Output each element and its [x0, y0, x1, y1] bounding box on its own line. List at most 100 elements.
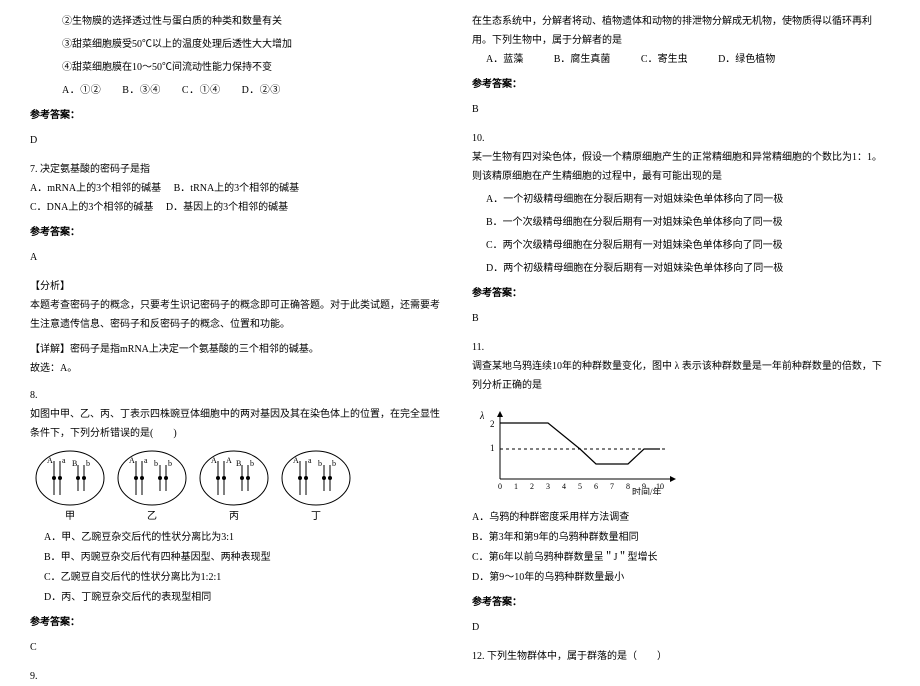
q9-opt-d: D．绿色植物: [718, 54, 775, 65]
svg-text:0: 0: [498, 482, 502, 491]
y-label: λ: [479, 411, 485, 422]
q10-ans-label: 参考答案：: [472, 284, 890, 303]
cell-label-ding: 丁: [280, 507, 352, 526]
q10: 10. 某一生物有四对染色体，假设一个精原细胞产生的正常精细胞和异常精细胞的个数…: [472, 129, 890, 328]
svg-text:b: b: [318, 459, 322, 468]
q8-options: A．甲、乙豌豆杂交后代的性状分离比为3:1 B．甲、丙豌豆杂交后代有四种基因型、…: [30, 528, 448, 607]
q10-ans: B: [472, 309, 890, 328]
q6-ans: D: [30, 131, 448, 150]
q7: 7. 决定氨基酸的密码子是指 A．mRNA上的3个相邻的碱基 B．tRNA上的3…: [30, 160, 448, 378]
cell-icon: Aa bb: [116, 449, 188, 507]
svg-text:4: 4: [562, 482, 566, 491]
svg-text:A: A: [129, 456, 135, 465]
left-column: ②生物膜的选择透过性与蛋白质的种类和数量有关 ③甜菜细胞膜受50℃以上的温度处理…: [18, 12, 460, 639]
cell-icon: AA Bb: [198, 449, 270, 507]
svg-text:b: b: [250, 459, 254, 468]
q11-chart: 1 2 λ 012 345 678 910 时间/年: [472, 405, 890, 502]
q8-opt-c: C．乙豌豆自交后代的性状分离比为1:2:1: [44, 568, 448, 587]
svg-text:A: A: [293, 456, 299, 465]
q9-stem: 在生态系统中，分解者将动、植物遗体和动物的排泄物分解成无机物，使物质得以循环再利…: [472, 12, 890, 50]
q6-ans-label: 参考答案：: [30, 106, 448, 125]
q6-s3: ③甜菜细胞膜受50℃以上的温度处理后透性大大增加: [30, 35, 448, 54]
q9-options: A．蓝藻 B．腐生真菌 C．寄生虫 D．绿色植物: [472, 50, 890, 69]
ytick-2: 2: [490, 419, 495, 429]
cell-icon: Aa b b: [280, 449, 352, 507]
q8-diagram: Aa Bb 甲 Aa bb 乙: [30, 449, 448, 526]
svg-text:2: 2: [530, 482, 534, 491]
x-label: 时间/年: [632, 486, 662, 495]
cell-label-bing: 丙: [198, 507, 270, 526]
q8-opt-a: A．甲、乙豌豆杂交后代的性状分离比为3:1: [44, 528, 448, 547]
svg-text:A: A: [47, 456, 53, 465]
q7-fx-text: 本题考查密码子的概念，只要考生识记密码子的概念即可正确答题。对于此类试题，还需要…: [30, 296, 448, 334]
q8: 8. 如图中甲、乙、丙、丁表示四株豌豆体细胞中的两对基因及其在染色体上的位置，在…: [30, 386, 448, 686]
line-chart-icon: 1 2 λ 012 345 678 910 时间/年: [472, 405, 692, 495]
q11: 11. 调查某地乌鸦连续10年的种群数量变化，图中 λ 表示该种群数量是一年前种…: [472, 338, 890, 637]
q8-opt-b: B．甲、丙豌豆杂交后代有四种基因型、两种表现型: [44, 548, 448, 567]
q7-fx-label: 【分析】: [30, 277, 448, 296]
q11-stem: 调查某地乌鸦连续10年的种群数量变化，图中 λ 表示该种群数量是一年前种群数量的…: [472, 357, 890, 395]
cell-ding: Aa b b 丁: [280, 449, 352, 526]
q11-num: 11.: [472, 338, 890, 357]
cell-bing: AA Bb 丙: [198, 449, 270, 526]
svg-text:a: a: [144, 456, 148, 465]
q12: 12. 下列生物群体中，属于群落的是（ ）: [472, 647, 890, 666]
q11-opt-b: B．第3年和第9年的乌鸦种群数量相同: [472, 528, 890, 547]
svg-text:b: b: [154, 459, 158, 468]
svg-text:5: 5: [578, 482, 582, 491]
q11-ans: D: [472, 618, 890, 637]
q6-partial: ②生物膜的选择透过性与蛋白质的种类和数量有关 ③甜菜细胞膜受50℃以上的温度处理…: [30, 12, 448, 150]
q9-opt-a: A．蓝藻: [486, 54, 523, 65]
q10-opt-a: A．一个初级精母细胞在分裂后期有一对姐妹染色单体移向了同一极: [472, 190, 890, 209]
q11-opt-c: C．第6年以前乌鸦种群数量呈＂J＂型增长: [472, 548, 890, 567]
q7-ans: A: [30, 248, 448, 267]
q11-ans-label: 参考答案：: [472, 593, 890, 612]
q10-opt-c: C．两个次级精母细胞在分裂后期有一对姐妹染色单体移向了同一极: [472, 236, 890, 255]
q7-opt-a: A．mRNA上的3个相邻的碱基: [30, 183, 161, 194]
q9-opt-b: B．腐生真菌: [554, 54, 611, 65]
q9: 在生态系统中，分解者将动、植物遗体和动物的排泄物分解成无机物，使物质得以循环再利…: [472, 12, 890, 119]
q10-opt-b: B．一个次级精母细胞在分裂后期有一对姐妹染色单体移向了同一极: [472, 213, 890, 232]
q7-opt-c: C．DNA上的3个相邻的碱基: [30, 202, 153, 213]
cell-yi: Aa bb 乙: [116, 449, 188, 526]
svg-text:A: A: [211, 456, 217, 465]
svg-text:B: B: [72, 459, 77, 468]
q6-s2: ②生物膜的选择透过性与蛋白质的种类和数量有关: [30, 12, 448, 31]
q6-opt-c: C．①④: [182, 85, 221, 96]
q8-ans: C: [30, 638, 448, 657]
q6-s4: ④甜菜细胞膜在10～50℃间流动性能力保持不变: [30, 58, 448, 77]
q9-num: 9.: [30, 667, 448, 686]
q8-opt-d: D．丙、丁豌豆杂交后代的表现型相同: [44, 588, 448, 607]
svg-text:b: b: [86, 459, 90, 468]
q8-ans-label: 参考答案：: [30, 613, 448, 632]
q11-opt-d: D．第9～10年的乌鸦种群数量最小: [472, 568, 890, 587]
q10-stem: 某一生物有四对染色体，假设一个精原细胞产生的正常精细胞和异常精细胞的个数比为1：…: [472, 148, 890, 186]
q7-ans-label: 参考答案：: [30, 223, 448, 242]
q6-opt-d: D．②③: [242, 85, 281, 96]
svg-text:b: b: [332, 459, 336, 468]
q7-stem: 7. 决定氨基酸的密码子是指: [30, 160, 448, 179]
q8-num: 8.: [30, 386, 448, 405]
q6-options: A．①② B．③④ C．①④ D．②③: [30, 81, 448, 100]
right-column: 在生态系统中，分解者将动、植物遗体和动物的排泄物分解成无机物，使物质得以循环再利…: [460, 12, 902, 639]
q6-opt-a: A．①②: [62, 85, 101, 96]
q9-ans: B: [472, 100, 890, 119]
svg-text:6: 6: [594, 482, 598, 491]
svg-text:7: 7: [610, 482, 614, 491]
q11-opt-a: A．乌鸦的种群密度采用样方法调查: [472, 508, 890, 527]
q9-ans-label: 参考答案：: [472, 75, 890, 94]
q8-stem: 如图中甲、乙、丙、丁表示四株豌豆体细胞中的两对基因及其在染色体上的位置，在完全显…: [30, 405, 448, 443]
q7-opt-b: B．tRNA上的3个相邻的碱基: [174, 183, 300, 194]
svg-text:A: A: [226, 456, 232, 465]
svg-text:1: 1: [514, 482, 518, 491]
q7-opt-d: D．基因上的3个相邻的碱基: [166, 202, 288, 213]
q7-row2: C．DNA上的3个相邻的碱基 D．基因上的3个相邻的碱基: [30, 198, 448, 217]
ytick-1: 1: [490, 443, 495, 453]
cell-icon: Aa Bb: [34, 449, 106, 507]
svg-text:a: a: [308, 456, 312, 465]
svg-text:3: 3: [546, 482, 550, 491]
cell-label-yi: 乙: [116, 507, 188, 526]
q12-stem: 12. 下列生物群体中，属于群落的是（ ）: [472, 647, 890, 666]
q7-row1: A．mRNA上的3个相邻的碱基 B．tRNA上的3个相邻的碱基: [30, 179, 448, 198]
svg-text:8: 8: [626, 482, 630, 491]
